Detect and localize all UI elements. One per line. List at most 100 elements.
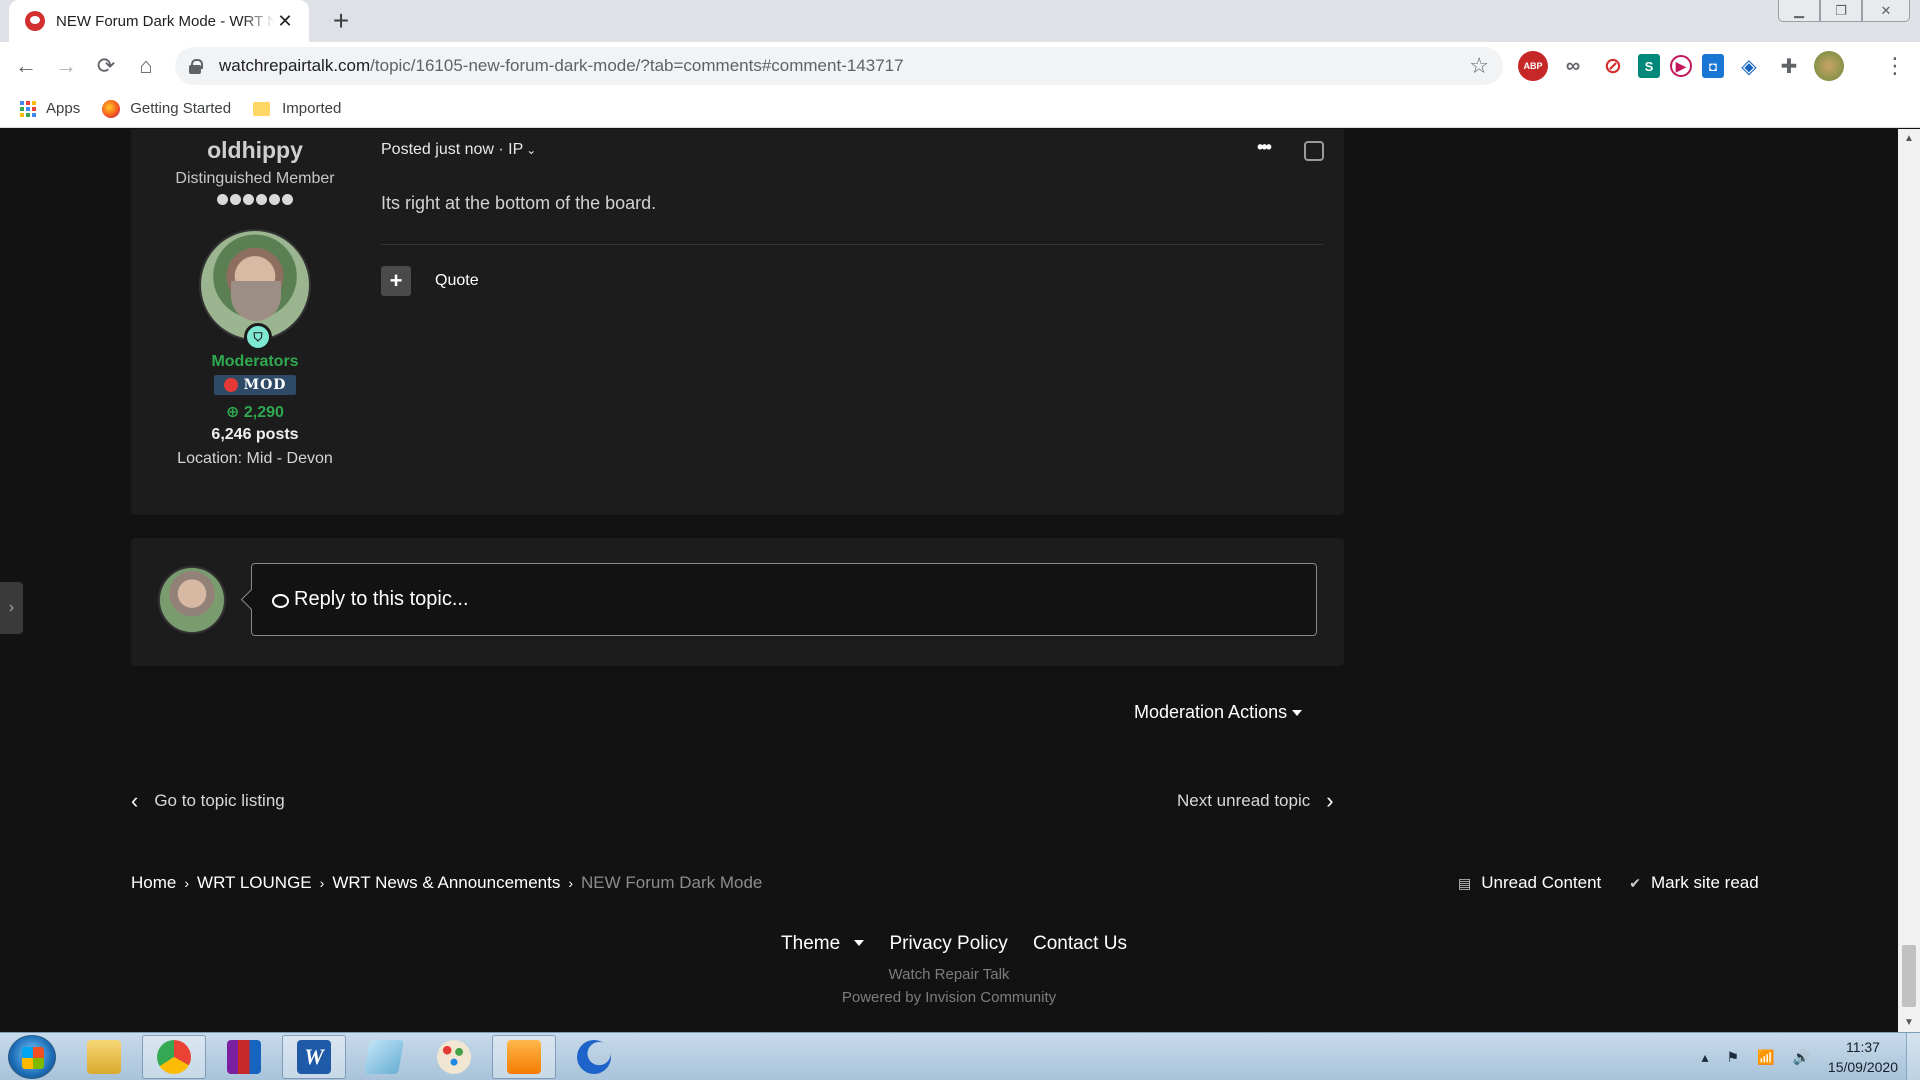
start-button[interactable] (8, 1035, 56, 1079)
author-name[interactable]: oldhippy (131, 137, 379, 164)
unread-content-link[interactable]: Unread Content (1481, 873, 1601, 893)
tab-close-icon[interactable]: ✕ (275, 11, 295, 32)
shield-extension-icon[interactable]: ◈ (1734, 51, 1764, 81)
reply-editor[interactable]: Reply to this topic... (251, 563, 1317, 636)
post-author-panel: oldhippy Distinguished Member ⛉ Moderato… (131, 129, 379, 468)
privacy-policy-link[interactable]: Privacy Policy (889, 933, 1007, 954)
post-divider (381, 244, 1323, 245)
bookmark-getting-started[interactable]: Getting Started (102, 99, 231, 118)
breadcrumb-home[interactable]: Home (131, 873, 176, 893)
multiquote-plus-icon[interactable]: + (381, 266, 411, 296)
caret-down-icon (854, 940, 865, 946)
apps-grid-icon (20, 100, 36, 117)
reload-icon[interactable]: ⟳ (88, 48, 124, 84)
extension-icons: ABP ∞ ⊘ S ▶ ◘ ◈ ✚ (1518, 51, 1844, 81)
quick-links: ▤ Unread Content ✔ Mark site read (1458, 873, 1759, 893)
more-options-icon[interactable]: ••• (1257, 137, 1272, 158)
folder-icon (253, 101, 271, 116)
forum-post: oldhippy Distinguished Member ⛉ Moderato… (131, 129, 1344, 515)
url-host: watchrepairtalk.com (219, 56, 371, 75)
extension-icon-5[interactable]: ▶ (1670, 55, 1692, 77)
back-arrow-icon[interactable]: ← (8, 48, 44, 84)
post-content: Its right at the bottom of the board. (381, 193, 657, 213)
breadcrumb-separator-icon: › (184, 875, 190, 891)
extension-icon-4[interactable]: S (1638, 54, 1660, 78)
quote-button[interactable]: Quote (435, 272, 479, 290)
moon-app-icon[interactable] (562, 1035, 626, 1079)
site-name: Watch Repair Talk (888, 966, 1010, 983)
scroll-down-icon[interactable]: ▼ (1904, 1017, 1914, 1028)
show-desktop-button[interactable] (1906, 1033, 1920, 1080)
browser-toolbar: ← → ⟳ ⌂ watchrepairtalk.com/topic/16105-… (0, 42, 1920, 90)
forward-arrow-icon[interactable]: → (48, 48, 84, 84)
side-panel-toggle[interactable]: › (0, 582, 23, 634)
page-scrollbar[interactable]: ▲ ▼ (1898, 129, 1920, 1032)
scrollbar-thumb[interactable] (1902, 945, 1916, 1007)
bookmark-star-icon[interactable]: ☆ (1469, 53, 1489, 79)
restore-icon[interactable]: ❐ (1820, 0, 1862, 22)
address-bar[interactable]: watchrepairtalk.com/topic/16105-new-foru… (175, 47, 1503, 85)
new-tab-button[interactable]: + (326, 6, 356, 36)
badge-label: MOD (243, 377, 287, 393)
paint-icon[interactable] (422, 1035, 486, 1079)
minimize-icon[interactable]: ▁ (1778, 0, 1820, 22)
volume-icon[interactable]: 🔊 (1792, 1049, 1809, 1066)
browser-tab-active[interactable]: NEW Forum Dark Mode - WRT News & Announc… (9, 0, 309, 42)
url-text[interactable]: watchrepairtalk.com/topic/16105-new-foru… (219, 56, 1469, 76)
breadcrumb-wrt-lounge[interactable]: WRT LOUNGE (197, 873, 312, 893)
window-close-icon[interactable]: ✕ (1862, 0, 1910, 22)
browser-menu-icon[interactable]: ⋮ (1884, 54, 1906, 78)
tray-expand-icon[interactable]: ▴ (1701, 1049, 1708, 1066)
system-clock[interactable]: 11:37 15/09/2020 (1828, 1037, 1898, 1077)
bookmark-label: Imported (282, 100, 342, 117)
site-favicon-icon (25, 11, 45, 31)
newspaper-icon: ▤ (1458, 874, 1472, 891)
bookmark-apps[interactable]: Apps (20, 100, 80, 117)
breadcrumb-separator-icon: › (319, 875, 325, 891)
scroll-up-icon[interactable]: ▲ (1904, 133, 1914, 144)
prev-label: Go to topic listing (154, 791, 285, 810)
forum-page: oldhippy Distinguished Member ⛉ Moderato… (0, 129, 1920, 1032)
word-icon[interactable]: W (282, 1035, 346, 1079)
winrar-icon[interactable] (212, 1035, 276, 1079)
avatar-face (231, 281, 281, 321)
action-center-flag-icon[interactable]: ⚑ (1726, 1049, 1739, 1066)
clock-time: 11:37 (1845, 1039, 1880, 1055)
moderation-actions-label: Moderation Actions (1134, 702, 1288, 722)
breadcrumb-separator-icon: › (568, 875, 574, 891)
mark-site-read-link[interactable]: Mark site read (1651, 873, 1759, 893)
outlook-icon[interactable] (492, 1035, 556, 1079)
bookmark-imported[interactable]: Imported (253, 100, 341, 117)
extension-icon-6[interactable]: ◘ (1702, 54, 1724, 78)
profile-avatar[interactable] (1814, 51, 1844, 81)
adblock-extension-icon[interactable]: ABP (1518, 51, 1548, 81)
reputation[interactable]: ⊕ 2,290 (131, 402, 379, 422)
notepad-icon[interactable] (352, 1035, 416, 1079)
next-unread-topic-link[interactable]: Next unread topic › (1177, 788, 1334, 814)
blocker-extension-icon[interactable]: ⊘ (1598, 51, 1628, 81)
breadcrumb-news[interactable]: WRT News & Announcements (332, 873, 560, 893)
moderation-actions-menu[interactable]: Moderation Actions (1134, 702, 1303, 723)
go-to-topic-listing-link[interactable]: ‹ Go to topic listing (131, 788, 285, 814)
powered-by-link[interactable]: Powered by Invision Community (0, 989, 1898, 1006)
breadcrumb: Home › WRT LOUNGE › WRT News & Announcem… (131, 873, 762, 893)
chrome-taskbar-icon[interactable] (142, 1035, 206, 1079)
moderation-checkbox[interactable] (1304, 141, 1324, 161)
extensions-puzzle-icon[interactable]: ✚ (1774, 51, 1804, 81)
file-explorer-icon[interactable] (72, 1035, 136, 1079)
chevron-right-icon: › (8, 599, 15, 616)
clock-date: 15/09/2020 (1827, 1059, 1898, 1075)
tab-title: NEW Forum Dark Mode - WRT News & Announc… (56, 12, 275, 30)
author-avatar[interactable]: ⛉ (199, 229, 311, 351)
author-rank: Distinguished Member (175, 170, 335, 187)
home-icon[interactable]: ⌂ (128, 48, 164, 84)
rank-pips (131, 194, 379, 205)
reputation-value: 2,290 (243, 404, 284, 421)
contact-us-link[interactable]: Contact Us (1033, 933, 1127, 954)
post-meta[interactable]: Posted just now · IP ⌄ (381, 141, 536, 159)
extension-icon-2[interactable]: ∞ (1558, 51, 1588, 81)
theme-menu[interactable]: Theme (771, 933, 865, 954)
network-signal-icon[interactable]: 📶 (1757, 1049, 1774, 1066)
breadcrumb-current: NEW Forum Dark Mode (581, 873, 763, 892)
lock-icon[interactable] (189, 59, 203, 74)
